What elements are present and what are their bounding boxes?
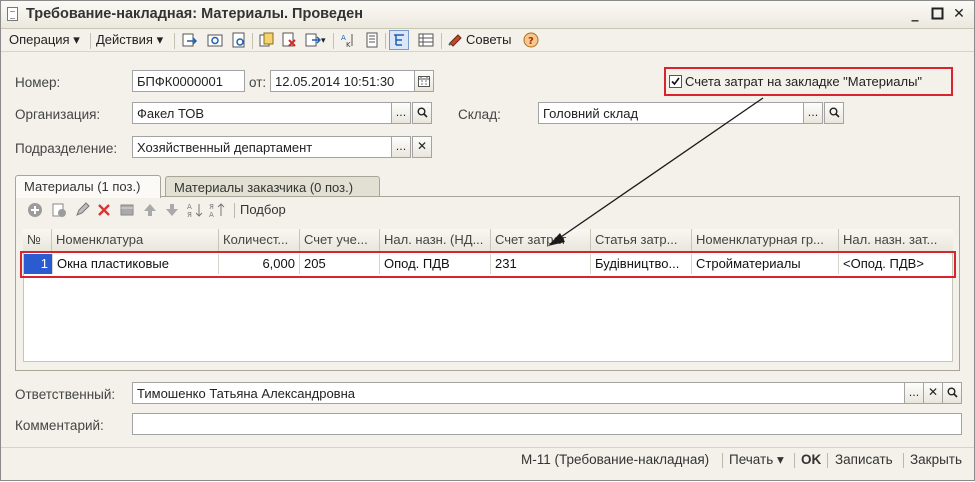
- status-bar: М-11 (Требование-накладная) Печать ▾ OK …: [1, 447, 974, 472]
- statusbar-separator: [827, 453, 828, 468]
- responsible-label: Ответственный:: [15, 387, 116, 402]
- responsible-select-button[interactable]: ...: [904, 382, 924, 404]
- document-window: Требование-накладная: Материалы. Проведе…: [0, 0, 975, 481]
- responsible-open-button[interactable]: [942, 382, 962, 404]
- ok-button[interactable]: OK: [801, 452, 821, 467]
- save-button[interactable]: Записать: [835, 452, 893, 467]
- annotation-arrow-icon: [548, 97, 764, 246]
- statusbar-separator: [794, 453, 795, 468]
- form-print-link[interactable]: М-11 (Требование-накладная): [521, 452, 709, 467]
- magnifier-icon: [947, 387, 958, 398]
- statusbar-separator: [903, 453, 904, 468]
- comment-field[interactable]: [132, 413, 962, 435]
- close-button[interactable]: Закрыть: [910, 452, 962, 467]
- print-menu-button[interactable]: Печать ▾: [729, 452, 784, 468]
- tab-materials[interactable]: Материалы (1 поз.): [15, 175, 161, 198]
- comment-label: Комментарий:: [15, 418, 104, 433]
- responsible-field[interactable]: Тимошенко Татьяна Александровна: [132, 382, 905, 404]
- statusbar-separator: [722, 453, 723, 468]
- responsible-clear-button[interactable]: ✕: [923, 382, 943, 404]
